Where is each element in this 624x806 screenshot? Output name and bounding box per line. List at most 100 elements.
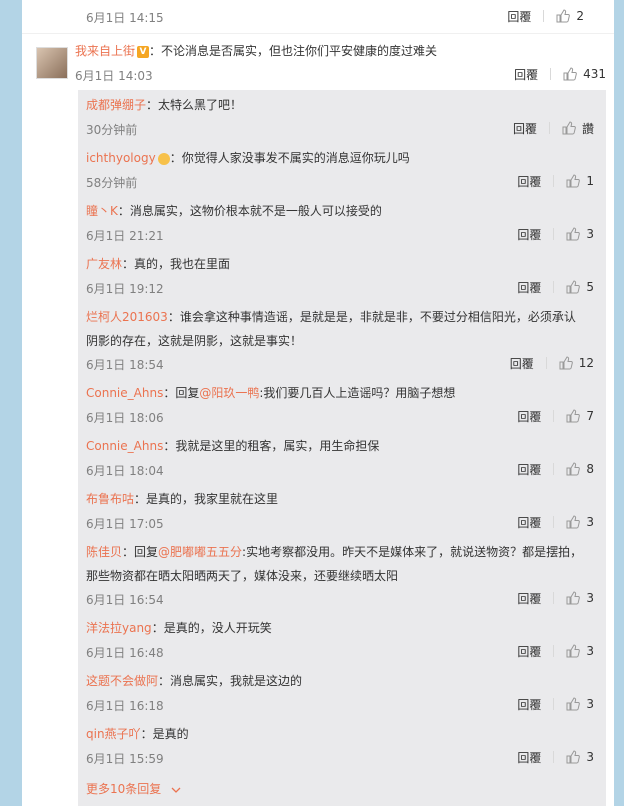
divider [545,357,547,369]
list-item: 这题不会做阿：消息属实，我就是这边的 6月1日 16:18 回覆 3 [86,670,594,718]
like-button[interactable]: 3 [566,515,594,529]
reply-date: 6月1日 15:59 [86,752,164,766]
like-button[interactable]: 8 [566,462,594,476]
reply-username[interactable]: qin燕子吖 [86,727,141,741]
divider [553,698,555,710]
mention-link[interactable]: @肥嘟嘟五五分 [158,545,242,559]
reply-actions: 回覆 3 [517,747,594,767]
comment-actions: 回覆 431 [514,64,606,84]
reply-text-continued: 阴影的存在，这就是阴影，这就是事实！ [86,334,303,348]
main-comment-footer: 6月1日 14:03 回覆 431 [22,64,614,84]
comment-panel: 6月1日 14:15 回覆 2 我来自上街 V ：不论消息是否属实，但也注你们平安健… [22,0,614,806]
like-count: 3 [586,750,594,764]
thumbs-up-icon [562,121,576,135]
reply-button[interactable]: 回覆 [510,355,534,372]
list-item: Connie_Ahns：回复@阳玖一鸭:我们要几百人上造谣吗？用脑子想想 6月1… [86,382,594,430]
like-button[interactable]: 12 [559,356,594,370]
like-button[interactable]: 431 [563,67,606,81]
reply-text: :实地考察都没用。昨天不是媒体来了，就说送物资？都是摆拍， [242,545,583,559]
reply-button[interactable]: 回覆 [517,173,541,190]
like-button[interactable]: 3 [566,750,594,764]
reply-button[interactable]: 回覆 [517,408,541,425]
like-button[interactable]: 3 [566,591,594,605]
divider [553,410,555,422]
reply-button[interactable]: 回覆 [507,8,531,25]
reply-button[interactable]: 回覆 [517,279,541,296]
thumbs-up-icon [556,9,571,23]
reply-text: ：是真的，我家里就在这里 [134,492,279,506]
list-item: 烂柯人201603：谁会拿这种事情造谣，是就是是，非就是非，不要过分相信阳光，必… [86,306,594,378]
reply-username[interactable]: 陈佳贝 [86,545,122,559]
like-button[interactable]: 3 [566,697,594,711]
like-button[interactable]: 3 [566,227,594,241]
reply-button[interactable]: 回覆 [517,461,541,478]
like-button[interactable]: 5 [566,280,594,294]
reply-button[interactable]: 回覆 [513,120,537,137]
reply-text: ：是真的 [140,727,189,741]
reply-actions: 回覆 3 [517,224,594,244]
reply-text: :我们要几百人上造谣吗？用脑子想想 [259,386,456,400]
reply-button[interactable]: 回覆 [517,643,541,660]
like-count: 5 [586,280,594,294]
thumbs-up-icon [566,280,581,294]
like-count: 12 [578,356,594,370]
reply-text: ：你觉得人家没事发不属实的消息逗你玩儿吗 [169,151,410,165]
reply-date: 58分钟前 [86,176,138,190]
reply-username[interactable]: 洋法拉yang [86,621,152,635]
reply-username[interactable]: Connie_Ahns [86,386,163,400]
reply-button[interactable]: 回覆 [517,226,541,243]
reply-button[interactable]: 回覆 [517,590,541,607]
thumbs-up-icon [566,697,581,711]
reply-actions: 回覆 3 [517,694,594,714]
like-button[interactable]: 1 [566,174,594,188]
reply-text: ：消息属实，我就是这边的 [158,674,303,688]
reply-actions: 回覆 3 [517,588,594,608]
divider [553,281,555,293]
list-item: qin燕子吖：是真的 6月1日 15:59 回覆 3 [86,723,594,771]
reply-actions: 回覆 3 [517,641,594,661]
reply-date: 6月1日 21:21 [86,229,164,243]
reply-username[interactable]: 布鲁布咕 [86,492,134,506]
thumbs-up-icon [563,67,577,81]
like-button[interactable]: 3 [566,644,594,658]
reply-username[interactable]: 成都弹绷子 [86,98,146,112]
like-count: 3 [586,227,594,241]
comment-username[interactable]: 我来自上街 [75,44,135,58]
reply-button[interactable]: 回覆 [517,749,541,766]
like-count: 讚 [581,121,594,136]
like-count: 3 [586,644,594,658]
reply-username[interactable]: 瞳丶K [86,204,118,218]
divider [553,228,555,240]
reply-button[interactable]: 回覆 [517,696,541,713]
like-button[interactable]: 讚 [562,120,594,137]
like-count: 2 [576,9,584,23]
chevron-down-icon [171,787,181,793]
more-replies-link[interactable]: 更多10条回复 [86,780,181,797]
main-comment-text: 我来自上街 V ：不论消息是否属实，但也注你们平安健康的度过难关 [75,42,614,64]
reply-button[interactable]: 回覆 [514,66,538,83]
list-item: 布鲁布咕：是真的，我家里就在这里 6月1日 17:05 回覆 3 [86,488,594,536]
reply-text-continued: 那些物资都在晒太阳晒两天了，媒体没来，还要继续晒太阳 [86,569,399,583]
reply-username[interactable]: ichthyology [86,151,156,165]
reply-button[interactable]: 回覆 [517,514,541,531]
reply-username[interactable]: 这题不会做阿 [86,674,158,688]
reply-date: 6月1日 18:04 [86,464,164,478]
reply-date: 30分钟前 [86,123,138,137]
reply-text: ：太特么黑了吧！ [146,98,243,112]
divider [553,516,555,528]
reply-actions: 回覆 讚 [513,118,594,138]
like-count: 7 [586,409,594,423]
reply-actions: 回覆 7 [517,406,594,426]
like-button[interactable]: 2 [556,9,584,23]
comment-actions: 回覆 2 [507,6,584,26]
reply-username[interactable]: Connie_Ahns [86,439,163,453]
reply-username[interactable]: 烂柯人201603 [86,310,168,324]
thumbs-up-icon [566,591,581,605]
divider [553,592,555,604]
reply-date: 6月1日 19:12 [86,282,164,296]
list-item: 陈佳贝：回复@肥嘟嘟五五分:实地考察都没用。昨天不是媒体来了，就说送物资？都是摆… [86,541,594,613]
reply-actions: 回覆 1 [517,171,594,191]
reply-username[interactable]: 广友林 [86,257,122,271]
like-button[interactable]: 7 [566,409,594,423]
mention-link[interactable]: @阳玖一鸭 [199,386,259,400]
